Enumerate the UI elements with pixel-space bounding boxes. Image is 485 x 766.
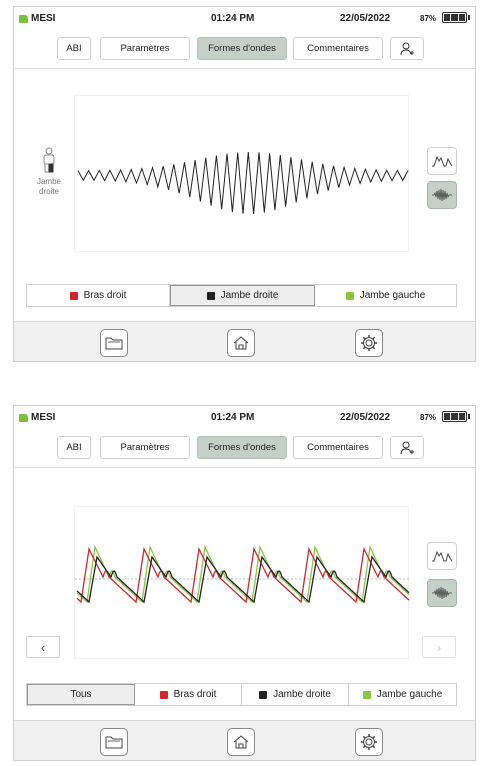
waveform-screen-single: MESI 01:24 PM 22/05/2022 87% ABI Paramèt… — [13, 6, 476, 362]
body-figure-icon — [43, 147, 55, 173]
pulse-wave-icon — [432, 550, 453, 562]
legend-label: Jambe droite — [273, 689, 331, 700]
tab-parametres[interactable]: Paramètres — [100, 37, 190, 60]
oscillation-view-button[interactable] — [427, 579, 457, 607]
pulse-wave-icon — [432, 155, 453, 167]
status-bar: MESI 01:24 PM 22/05/2022 87% — [14, 7, 475, 29]
legend-label: Bras droit — [83, 290, 127, 301]
tab-commentaires[interactable]: Commentaires — [293, 37, 383, 60]
swatch-bras-droit — [159, 690, 168, 699]
folder-icon — [105, 736, 123, 749]
status-date: 22/05/2022 — [340, 412, 391, 423]
tab-bar: ABI Paramètres Formes d'ondes Commentair… — [14, 428, 475, 468]
tab-abi[interactable]: ABI — [57, 436, 91, 459]
channel-legend: Tous Bras droit Jambe droite Jambe gauch… — [26, 683, 457, 706]
folder-logo-icon — [19, 413, 28, 422]
status-time: 01:24 PM — [211, 13, 255, 24]
swatch-jambe-droite — [259, 690, 268, 699]
swatch-bras-droit — [69, 291, 78, 300]
add-patient-button[interactable] — [390, 436, 424, 459]
battery-icon — [442, 12, 470, 23]
pulse-view-button[interactable] — [427, 147, 457, 175]
tab-formes-ondes[interactable]: Formes d'ondes — [197, 37, 287, 60]
tab-commentaires[interactable]: Commentaires — [293, 436, 383, 459]
oscillation-wave-icon — [432, 188, 452, 202]
oscillation-trace — [77, 151, 409, 214]
battery-percent: 87% — [420, 14, 437, 23]
legend-label: Jambe gauche — [376, 689, 443, 700]
folder-button[interactable] — [100, 329, 128, 357]
tab-parametres[interactable]: Paramètres — [100, 436, 190, 459]
next-button[interactable]: › — [422, 636, 456, 658]
folder-logo-icon — [19, 14, 28, 23]
battery-icon — [442, 411, 470, 422]
channel-legend: Bras droit Jambe droite Jambe gauche — [26, 284, 457, 307]
chevron-right-icon: › — [436, 639, 442, 655]
swatch-jambe-gauche — [362, 690, 371, 699]
brand: MESI — [19, 412, 55, 423]
bottom-nav — [14, 720, 475, 760]
pulse-waveforms — [75, 544, 410, 604]
home-button[interactable] — [227, 728, 255, 756]
swatch-jambe-gauche — [345, 291, 354, 300]
subject-indicator: Jambe droite — [34, 147, 64, 197]
waveform-screen-all: MESI 01:24 PM 22/05/2022 87% ABI Paramèt… — [13, 405, 476, 761]
subject-label-line2: droite — [38, 187, 59, 196]
status-bar: MESI 01:24 PM 22/05/2022 87% — [14, 406, 475, 428]
battery-percent: 87% — [420, 413, 437, 422]
legend-tous[interactable]: Tous — [27, 684, 135, 705]
user-add-icon — [400, 441, 414, 454]
tab-abi[interactable]: ABI — [57, 37, 91, 60]
legend-jambe-droite[interactable]: Jambe droite — [242, 684, 349, 705]
subject-label-line1: Jambe — [36, 177, 61, 186]
folder-icon — [105, 337, 123, 350]
legend-jambe-gauche[interactable]: Jambe gauche — [315, 285, 456, 306]
oscillation-view-button[interactable] — [427, 181, 457, 209]
legend-label: Jambe gauche — [359, 290, 426, 301]
legend-bras-droit[interactable]: Bras droit — [135, 684, 242, 705]
add-patient-button[interactable] — [390, 37, 424, 60]
legend-jambe-droite[interactable]: Jambe droite — [170, 285, 315, 306]
legend-label: Jambe droite — [220, 290, 279, 301]
swatch-jambe-droite — [206, 291, 215, 300]
waveform-plot — [74, 95, 409, 252]
brand-label: MESI — [31, 412, 56, 423]
tab-formes-ondes[interactable]: Formes d'ondes — [197, 436, 287, 459]
user-add-icon — [400, 42, 414, 55]
brand-label: MESI — [31, 13, 56, 24]
status-date: 22/05/2022 — [340, 13, 391, 24]
chevron-left-icon: ‹ — [40, 639, 46, 655]
settings-button[interactable] — [355, 329, 383, 357]
oscillation-waveform — [77, 151, 409, 214]
home-button[interactable] — [227, 329, 255, 357]
bottom-nav — [14, 321, 475, 361]
previous-button[interactable]: ‹ — [26, 636, 60, 658]
brand: MESI — [19, 13, 55, 24]
folder-button[interactable] — [100, 728, 128, 756]
pulse-view-button[interactable] — [427, 542, 457, 570]
oscillation-wave-icon — [432, 586, 452, 600]
legend-bras-droit[interactable]: Bras droit — [27, 285, 170, 306]
legend-label: Bras droit — [173, 689, 217, 700]
home-icon — [233, 735, 249, 749]
gear-icon — [361, 335, 377, 351]
home-icon — [233, 336, 249, 350]
tab-bar: ABI Paramètres Formes d'ondes Commentair… — [14, 29, 475, 69]
status-time: 01:24 PM — [211, 412, 255, 423]
legend-label: Tous — [70, 689, 92, 700]
gear-icon — [361, 734, 377, 750]
waveform-plot — [74, 506, 410, 659]
settings-button[interactable] — [355, 728, 383, 756]
legend-jambe-gauche[interactable]: Jambe gauche — [349, 684, 456, 705]
